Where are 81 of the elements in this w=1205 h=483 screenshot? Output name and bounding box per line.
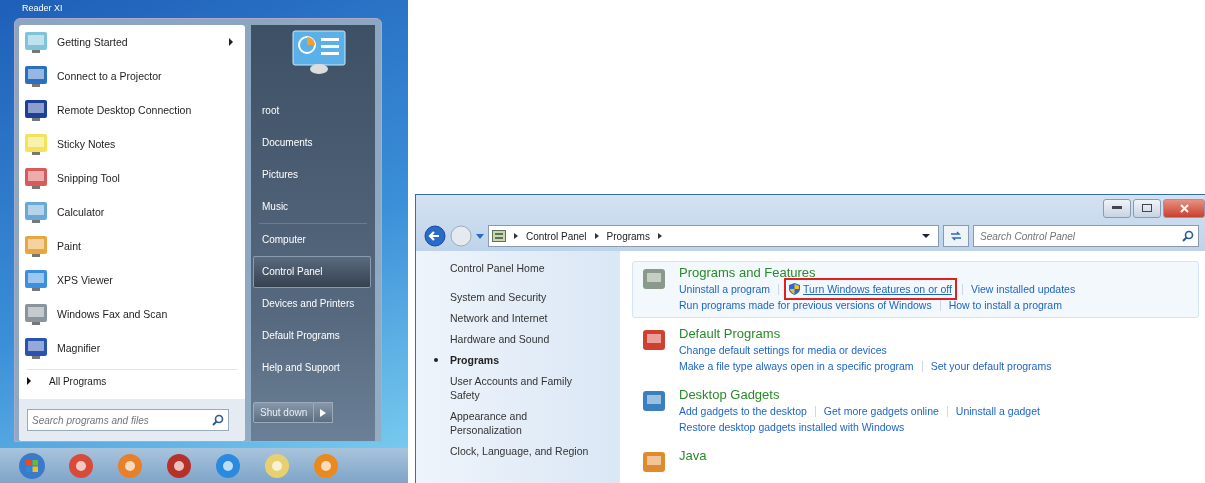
link[interactable]: Change default settings for media or devices [679, 342, 887, 358]
address-bar[interactable]: Control Panel Programs [488, 225, 939, 247]
link[interactable]: Uninstall a gadget [955, 403, 1040, 419]
refresh-button[interactable] [943, 225, 969, 247]
search-field[interactable]: Search Control Panel [973, 225, 1199, 247]
search-icon [212, 414, 224, 426]
arrow-icon [27, 377, 31, 385]
link[interactable]: Restore desktop gadgets installed with Windows [679, 419, 905, 435]
minimize-icon [1112, 206, 1122, 210]
start-menu-link[interactable]: Help and Support [253, 352, 371, 384]
program-item[interactable]: XPS Viewer [19, 263, 245, 297]
program-item[interactable]: Magnifier [19, 331, 245, 365]
search-field[interactable]: Search programs and files [27, 409, 229, 431]
taskbar-app-icon[interactable] [67, 451, 95, 480]
program-item[interactable]: Remote Desktop Connection [19, 93, 245, 127]
link[interactable]: Get more gadgets online [823, 403, 939, 419]
nav-link[interactable]: Clock, Language, and Region [450, 444, 598, 458]
close-button[interactable] [1163, 198, 1205, 218]
taskbar-app-icon[interactable] [214, 451, 242, 480]
shut-down-options-button[interactable] [314, 402, 334, 423]
nav-link[interactable]: Programs [450, 353, 598, 367]
program-item[interactable]: Getting Started [19, 25, 245, 59]
start-menu-link[interactable]: root [253, 95, 371, 127]
link[interactable]: Run programs made for previous versions of Windows [679, 297, 932, 313]
taskbar-app-icon[interactable] [312, 451, 340, 480]
category-title[interactable]: Java [679, 448, 707, 464]
back-button[interactable] [424, 225, 446, 247]
start-menu-link[interactable]: Pictures [253, 159, 371, 191]
minimize-button[interactable] [1103, 198, 1131, 218]
chevron-icon [594, 233, 599, 239]
start-menu-link[interactable]: Control Panel [253, 256, 371, 288]
nav-link[interactable]: System and Security [450, 290, 598, 304]
chevron-icon [514, 233, 518, 239]
program-item[interactable]: Connect to a Projector [19, 59, 245, 93]
close-icon [1179, 203, 1189, 213]
link[interactable]: View installed updates [970, 281, 1076, 297]
nav-link[interactable]: Appearance and Personalization [450, 409, 598, 437]
bullet-icon [434, 358, 438, 362]
program-item[interactable]: Calculator [19, 195, 245, 229]
program-item[interactable]: Sticky Notes [19, 127, 245, 161]
program-item[interactable]: Snipping Tool [19, 161, 245, 195]
category-title[interactable]: Default Programs [679, 326, 1052, 342]
search-icon [1182, 230, 1194, 242]
taskbar-app-icon[interactable] [263, 451, 291, 480]
start-menu-link[interactable]: Devices and Printers [253, 288, 371, 320]
link[interactable]: Make a file type always open in a specific program [679, 358, 914, 374]
maximize-icon [1142, 204, 1152, 212]
start-menu-link[interactable]: Default Programs [253, 320, 371, 352]
link[interactable]: How to install a program [948, 297, 1062, 313]
dropdown-arrow-icon[interactable] [922, 234, 930, 238]
desktop-icon-label: Reader XI [22, 2, 63, 15]
taskbar-app-icon[interactable] [116, 451, 144, 480]
start-menu-link[interactable]: Music [253, 191, 371, 223]
refresh-icon [950, 231, 962, 241]
all-programs-item[interactable]: All Programs [27, 369, 237, 392]
link[interactable]: Turn Windows features on or off [787, 281, 954, 297]
category-title[interactable]: Programs and Features [679, 265, 1076, 281]
shut-down-button[interactable]: Shut down [253, 402, 315, 423]
nav-link[interactable]: Hardware and Sound [450, 332, 598, 346]
start-menu-link[interactable]: Documents [253, 127, 371, 159]
category-title[interactable]: Desktop Gadgets [679, 387, 1040, 403]
link[interactable]: Set your default programs [930, 358, 1052, 374]
breadcrumb-item[interactable]: Control Panel [526, 230, 587, 242]
program-item[interactable]: Windows Fax and Scan [19, 297, 245, 331]
maximize-button[interactable] [1133, 198, 1161, 218]
chevron-icon [657, 233, 662, 239]
link[interactable]: Add gadgets to the desktop [679, 403, 807, 419]
monitor-icon [23, 97, 49, 123]
monitor-icon [23, 63, 49, 89]
control-panel-icon [492, 230, 506, 242]
nav-link[interactable]: Network and Internet [450, 311, 598, 325]
program-item[interactable]: Paint [19, 229, 245, 263]
arrow-icon [320, 408, 327, 417]
nav-link[interactable]: User Accounts and Family Safety [450, 374, 598, 402]
taskbar-app-icon[interactable] [165, 451, 193, 480]
user-picture-icon [291, 29, 347, 75]
breadcrumb-item[interactable]: Programs [606, 230, 650, 242]
start-button[interactable] [18, 451, 46, 480]
nav-link[interactable]: Control Panel Home [450, 261, 598, 275]
link[interactable]: Uninstall a program [679, 281, 771, 297]
start-menu-link[interactable]: Computer [253, 224, 371, 256]
